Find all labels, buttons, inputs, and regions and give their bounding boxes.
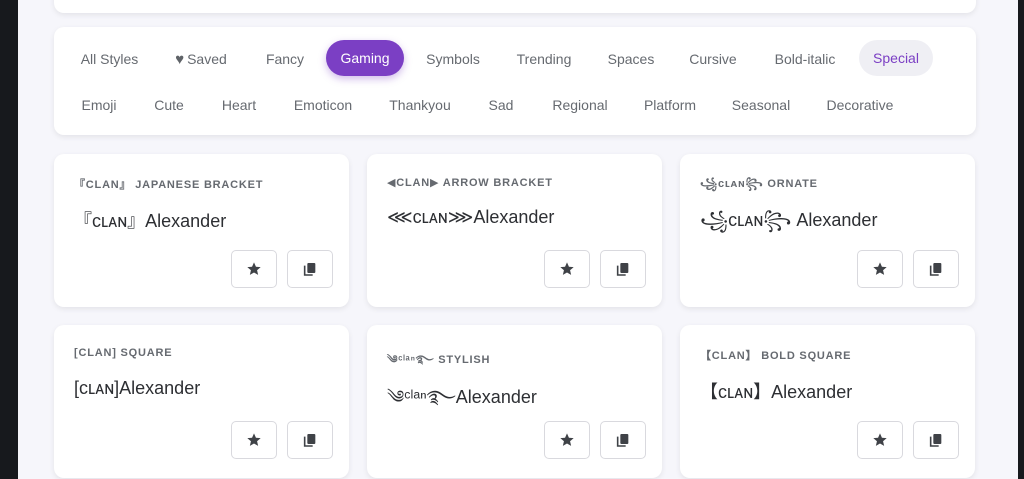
filter-decorative[interactable]: Decorative [814, 87, 906, 123]
filter-fancy[interactable]: Fancy [253, 41, 317, 77]
filter-cursive[interactable]: Cursive [676, 41, 750, 77]
heart-icon: ♥ [175, 51, 185, 68]
filter-platform[interactable]: Platform [632, 87, 708, 123]
style-card-preview[interactable]: ⋘ᴄʟᴀɴ⋙Alexander [387, 207, 554, 228]
style-card-label: 【CLAN】 Bold Square [700, 350, 852, 362]
filter-all-styles[interactable]: All Styles [68, 41, 151, 77]
copy-icon [303, 263, 316, 276]
style-card: ༄ᶜˡᵃⁿ࿐ Stylish ༄ᶜˡᵃⁿ࿐Alexander [367, 325, 662, 478]
style-card-preview[interactable]: 『ᴄʟᴀɴ』Alexander [74, 207, 226, 233]
favorite-button[interactable] [857, 250, 903, 288]
style-card-preview[interactable]: ༄ᶜˡᵃⁿ࿐Alexander [387, 378, 537, 428]
copy-button[interactable] [287, 250, 333, 288]
style-card: ◀CLAN▶ Arrow Bracket ⋘ᴄʟᴀɴ⋙Alexander [367, 154, 662, 307]
favorite-button[interactable] [231, 421, 277, 459]
favorite-button[interactable] [857, 421, 903, 459]
filter-saved[interactable]: ♥ Saved [161, 41, 241, 77]
copy-icon [616, 434, 629, 447]
style-card-label: 『CLAN』 Japanese Bracket [74, 179, 264, 191]
style-card: [CLAN] Square [ᴄʟᴀɴ]Alexander [54, 325, 349, 478]
copy-button[interactable] [913, 421, 959, 459]
style-card-preview[interactable]: [ᴄʟᴀɴ]Alexander [74, 378, 200, 399]
filter-heart[interactable]: Heart [208, 87, 270, 123]
copy-button[interactable] [600, 250, 646, 288]
filter-regional[interactable]: Regional [538, 87, 622, 123]
star-icon [247, 433, 261, 446]
star-icon [873, 262, 887, 275]
star-icon [560, 433, 574, 446]
star-icon [247, 262, 261, 275]
style-card-label: ◀CLAN▶ Arrow Bracket [387, 177, 553, 189]
favorite-button[interactable] [544, 421, 590, 459]
copy-button[interactable] [913, 250, 959, 288]
copy-icon [929, 263, 942, 276]
filter-special[interactable]: Special [859, 40, 933, 76]
style-card-label: [CLAN] Square [74, 347, 173, 359]
header-card [54, 0, 976, 13]
copy-icon [303, 434, 316, 447]
style-card-label: ꧁ᴄʟᴀɴ꧂ Ornate [700, 178, 818, 190]
style-card: 【CLAN】 Bold Square 【ᴄʟᴀɴ】Alexander [680, 325, 975, 478]
filter-sad[interactable]: Sad [474, 87, 528, 123]
filter-thankyou[interactable]: Thankyou [376, 87, 464, 123]
copy-icon [929, 434, 942, 447]
filter-spaces[interactable]: Spaces [595, 41, 667, 77]
copy-icon [616, 263, 629, 276]
filter-emoticon[interactable]: Emoticon [280, 87, 366, 123]
filter-gaming[interactable]: Gaming [326, 40, 404, 76]
page: All Styles ♥ Saved Fancy Gaming Symbols T… [18, 0, 1018, 479]
style-filter-bar: All Styles ♥ Saved Fancy Gaming Symbols T… [54, 27, 976, 135]
favorite-button[interactable] [231, 250, 277, 288]
star-icon [560, 262, 574, 275]
favorite-button[interactable] [544, 250, 590, 288]
filter-bold-italic[interactable]: Bold-italic [759, 41, 851, 77]
style-card-label: ༄ᶜˡᵃⁿ࿐ Stylish [387, 354, 491, 366]
filter-emoji[interactable]: Emoji [68, 87, 130, 123]
filter-trending[interactable]: Trending [502, 41, 586, 77]
copy-button[interactable] [287, 421, 333, 459]
style-card-preview[interactable]: 【ᴄʟᴀɴ】Alexander [700, 378, 852, 404]
filter-seasonal[interactable]: Seasonal [718, 87, 804, 123]
filter-symbols[interactable]: Symbols [413, 41, 493, 77]
style-card: 『CLAN』 Japanese Bracket 『ᴄʟᴀɴ』Alexander [54, 154, 349, 307]
copy-button[interactable] [600, 421, 646, 459]
style-card-preview[interactable]: ꧁ᴄʟᴀɴ꧂ Alexander [700, 207, 877, 243]
star-icon [873, 433, 887, 446]
filter-cute[interactable]: Cute [140, 87, 198, 123]
style-card: ꧁ᴄʟᴀɴ꧂ Ornate ꧁ᴄʟᴀɴ꧂ Alexander [680, 154, 975, 307]
